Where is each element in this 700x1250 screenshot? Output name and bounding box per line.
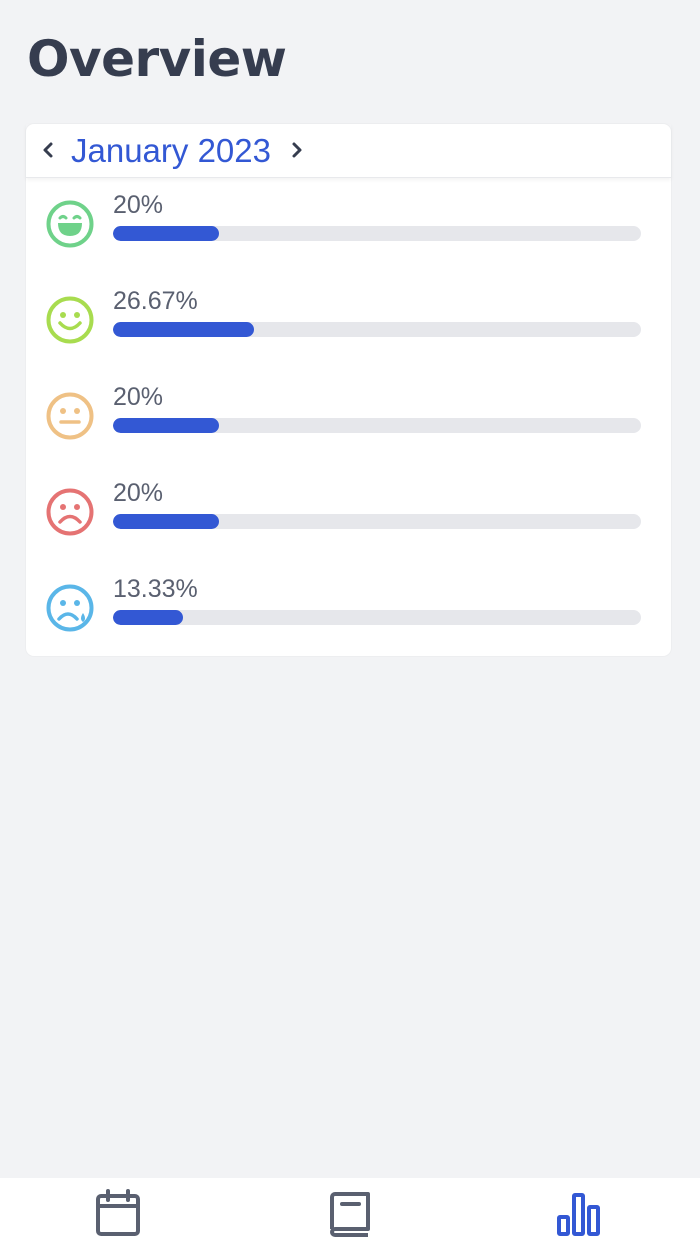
mood-row-ecstatic: 20% <box>26 191 671 254</box>
mood-bar-track <box>113 514 641 529</box>
mood-percent: 26.67% <box>113 287 198 315</box>
tab-journal[interactable] <box>321 1186 377 1242</box>
mood-row-crying: 13.33% <box>26 575 671 638</box>
calendar-icon <box>96 1189 140 1236</box>
mood-bar-track <box>113 322 641 337</box>
crying-face-icon <box>46 584 94 632</box>
mood-overview-card: January 2023 20% 26.67% 20% 20% 13.33% <box>26 124 671 656</box>
chevron-right-icon <box>292 142 302 158</box>
month-label[interactable]: January 2023 <box>71 132 271 170</box>
mood-bar-fill <box>113 514 219 529</box>
bottom-tab-bar <box>0 1178 700 1250</box>
frowning-face-icon <box>46 488 94 536</box>
mood-row-sad: 20% <box>26 479 671 542</box>
mood-bar-fill <box>113 610 184 625</box>
mood-percent: 20% <box>113 191 164 219</box>
book-icon <box>330 1192 370 1237</box>
mood-bar-fill <box>113 322 254 337</box>
tab-calendar[interactable] <box>90 1186 146 1242</box>
mood-percent: 13.33% <box>113 575 198 603</box>
prev-month-button[interactable] <box>36 138 60 162</box>
month-navigator: January 2023 <box>26 124 671 178</box>
smiling-face-icon <box>46 296 94 344</box>
next-month-button[interactable] <box>285 138 309 162</box>
page-title: Overview <box>27 30 287 88</box>
mood-bar-track <box>113 226 641 241</box>
mood-bar-track <box>113 610 641 625</box>
mood-bar-fill <box>113 418 219 433</box>
neutral-face-icon <box>46 392 94 440</box>
tab-stats[interactable] <box>551 1186 607 1242</box>
laughing-face-icon <box>46 200 94 248</box>
mood-percent: 20% <box>113 383 164 411</box>
chevron-left-icon <box>43 142 53 158</box>
mood-percent: 20% <box>113 479 164 507</box>
mood-row-neutral: 20% <box>26 383 671 446</box>
mood-row-happy: 26.67% <box>26 287 671 350</box>
mood-bar-fill <box>113 226 219 241</box>
bar-chart-icon <box>557 1193 600 1236</box>
mood-bar-track <box>113 418 641 433</box>
